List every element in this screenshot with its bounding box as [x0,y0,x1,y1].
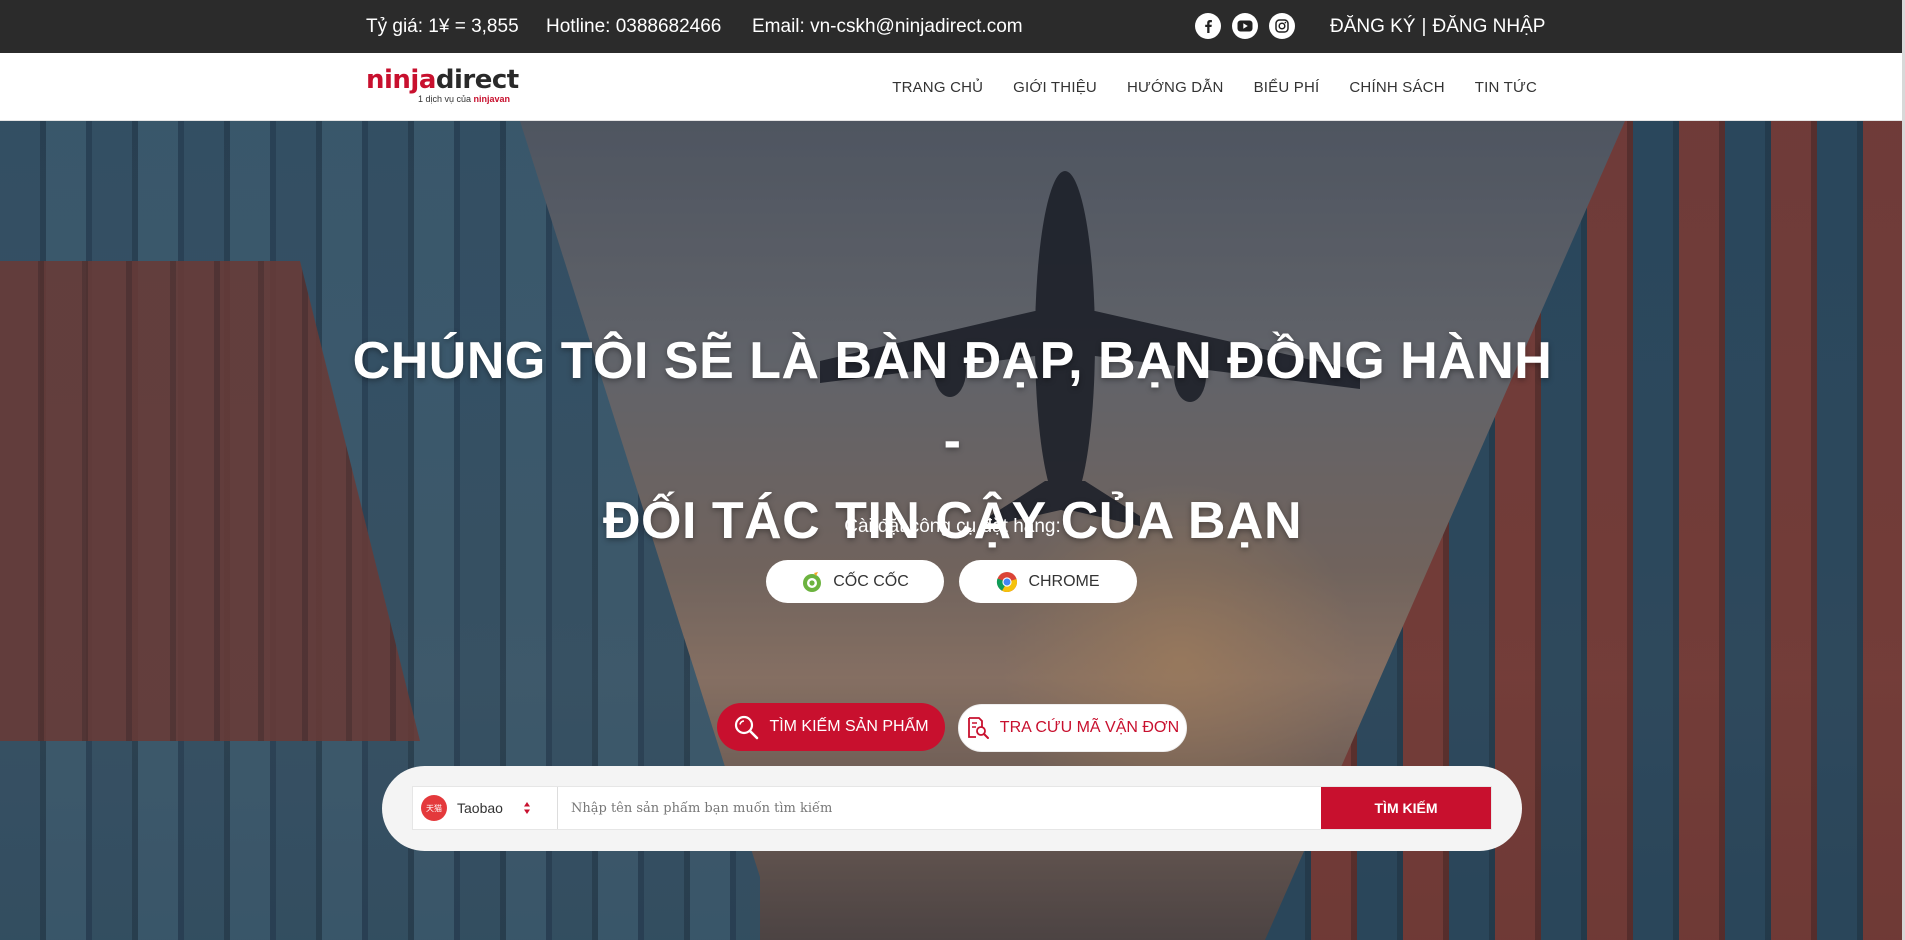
document-search-icon [967,717,989,739]
logo-word-ninja: ninja [366,65,436,95]
chrome-icon [997,571,1018,592]
nav-about[interactable]: GIỚI THIỆU [1013,79,1097,96]
site-header: ninjadirect 1 dịch vụ của ninjavan TRANG… [0,53,1905,121]
logo-word-direct: direct [435,65,519,95]
sort-arrows-icon [524,802,530,814]
search-panel: 天猫 Taobao TÌM KIẾM [382,766,1522,851]
chrome-label: CHROME [1028,572,1100,590]
site-selector-value: Taobao [457,800,503,816]
nav-news[interactable]: TIN TỨC [1475,79,1537,96]
social-links [1195,13,1295,39]
search-submit-button[interactable]: TÌM KIẾM [1321,787,1491,829]
tab-tracking-lookup[interactable]: TRA CỨU MÃ VẬN ĐƠN [958,704,1187,752]
nav-home[interactable]: TRANG CHỦ [892,79,983,96]
coccoc-label: CỐC CỐC [833,572,909,590]
instagram-icon[interactable] [1269,13,1295,39]
tab-tracking-lookup-label: TRA CỨU MÃ VẬN ĐƠN [999,719,1180,736]
product-search-input[interactable] [559,787,1319,829]
hero-banner: CHÚNG TÔI SẼ LÀ BÀN ĐẠP, BẠN ĐỒNG HÀNH -… [0,121,1905,940]
exchange-rate: Tỷ giá: 1¥ = 3,855 [366,15,519,37]
search-box: 天猫 Taobao TÌM KIẾM [412,786,1492,830]
top-bar: Tỷ giá: 1¥ = 3,855 Hotline: 0388682466 E… [0,0,1905,53]
email[interactable]: Email: vn-cskh@ninjadirect.com [752,0,1023,53]
login-link[interactable]: ĐĂNG NHẬP [1432,16,1545,38]
install-chrome-button[interactable]: CHROME [959,560,1137,603]
site-selector[interactable]: 天猫 Taobao [413,787,558,829]
logo-tagline: 1 dịch vụ của ninjavan [418,94,511,104]
auth-links: ĐĂNG KÝ | ĐĂNG NHẬP [1330,0,1545,53]
tab-product-search-label: TÌM KIẾM SẢN PHẨM [769,718,929,735]
nav-policy[interactable]: CHÍNH SÁCH [1349,79,1444,96]
coccoc-icon [803,571,822,592]
taobao-logo-icon: 天猫 [421,795,447,821]
nav-guide[interactable]: HƯỚNG DẪN [1127,79,1224,96]
auth-separator: | [1421,15,1427,37]
headline-line-1: CHÚNG TÔI SẼ LÀ BÀN ĐẠP, BẠN ĐỒNG HÀNH - [352,332,1553,470]
nav-pricing[interactable]: BIỂU PHÍ [1254,79,1320,96]
install-coccoc-button[interactable]: CỐC CỐC [766,560,944,603]
facebook-icon[interactable] [1195,13,1221,39]
ninjadirect-logo[interactable]: ninjadirect 1 dịch vụ của ninjavan [366,65,519,107]
main-nav: TRANG CHỦ GIỚI THIỆU HƯỚNG DẪN BIỂU PHÍ … [892,53,1537,121]
search-icon [735,715,759,740]
install-tool-label: Cài đặt công cụ đặt hàng: [844,516,1061,537]
tab-product-search[interactable]: TÌM KIẾM SẢN PHẨM [717,703,945,751]
register-link[interactable]: ĐĂNG KÝ [1330,16,1416,38]
hotline[interactable]: Hotline: 0388682466 [546,0,721,53]
youtube-icon[interactable] [1232,13,1258,39]
